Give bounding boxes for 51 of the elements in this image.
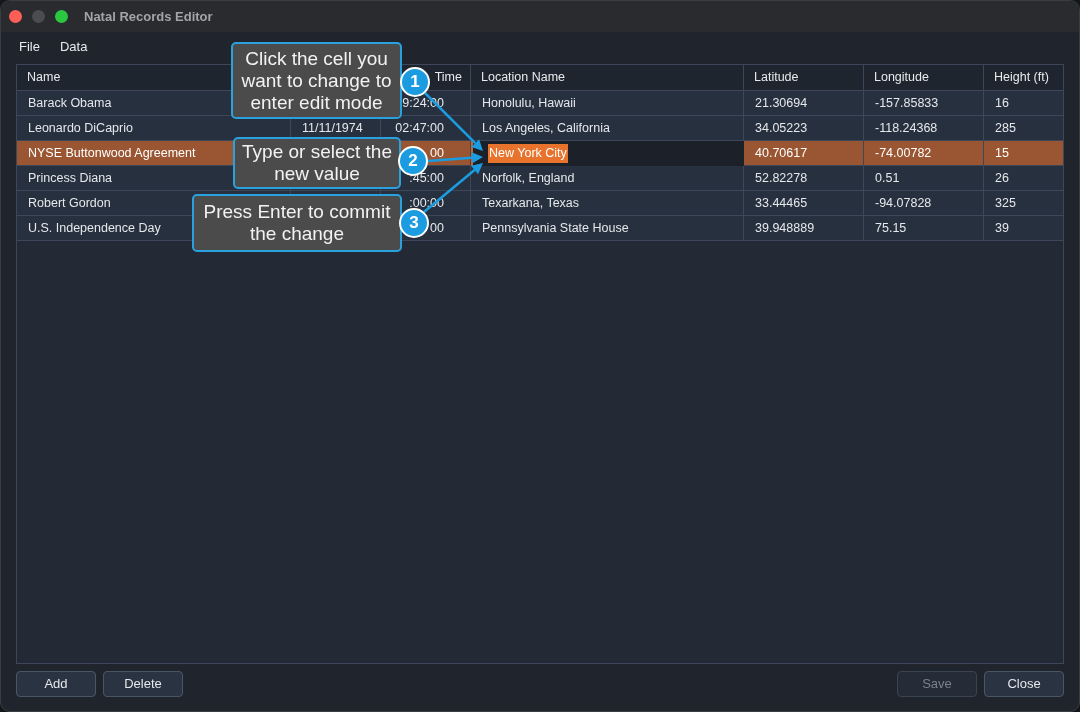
table-cell-text: Norfolk, England [482,169,575,187]
table-cell-text: 33.44465 [755,194,808,212]
table-cell-text: 325 [995,194,1016,212]
table-cell-text: 75.15 [875,219,907,237]
table-cell-text: 52.82278 [755,169,808,187]
table-cell-text: Leonardo DiCaprio [28,119,133,137]
column-header[interactable]: Time [434,68,462,87]
menu-item[interactable]: File [13,35,46,59]
table-cell-text: 15 [995,144,1009,162]
table-cell-text: 00 [430,144,444,162]
dialog-button[interactable]: Close [984,671,1064,697]
table-cell-text: -74.00782 [875,144,932,162]
table-cell-text: Honolulu, Hawaii [482,94,576,112]
table-row[interactable]: Leonardo DiCaprio 11/11/1974 02:47:00 Los Angeles, California 34.05223 -118.24368 285 [17,116,1063,141]
table-cell-text: 39.948889 [755,219,815,237]
column-header[interactable]: Height (ft) [994,68,1049,87]
menu-item[interactable]: Data [53,35,94,59]
callout-box: Click the cell you want to change to enter edit mode [231,42,402,119]
table-cell-text: NYSE Buttonwood Agreement [28,144,196,162]
table-cell-text: 39 [995,219,1009,237]
table-cell-text: Barack Obama [28,94,112,112]
table-cell-text: Texarkana, Texas [482,194,580,212]
table-cell-text: -157.85833 [875,94,939,112]
table-cell-text: 11/11/1974 [302,119,363,137]
table-cell-text: 02:47:00 [395,119,444,137]
table-cell-text: 285 [995,119,1016,137]
callout-box: Press Enter to commit the change [192,194,402,252]
table-cell-text: Los Angeles, California [482,119,610,137]
table-cell-text: 26 [995,169,1009,187]
close-icon[interactable] [9,10,22,23]
table-cell-text: -94.07828 [875,194,932,212]
table-cell-text: 21.30694 [755,94,808,112]
column-header[interactable]: Name [27,68,61,87]
callout-box: Type or select the new value [233,137,401,189]
table-cell-text: Robert Gordon [28,194,111,212]
maximize-icon[interactable] [55,10,68,23]
column-header[interactable]: Longitude [874,68,929,87]
table-cell-text: -118.24368 [875,119,938,137]
window-title: Natal Records Editor [84,7,213,26]
dialog-button[interactable]: Delete [103,671,183,697]
table-cell-text: 00 [430,219,444,237]
table-cell-text: 40.70617 [755,144,808,162]
dialog-button[interactable]: Add [16,671,96,697]
table-cell-text: Princess Diana [28,169,113,187]
table-cell-text: U.S. Independence Day [28,219,161,237]
table-cell-text: 0.51 [875,169,900,187]
table-cell-text: 16 [995,94,1009,112]
table-cell-text: Pennsylvania State House [482,219,629,237]
column-header[interactable]: Latitude [754,68,799,87]
table-cell-text: 34.05223 [755,119,808,137]
column-header[interactable]: Location Name [481,68,566,87]
